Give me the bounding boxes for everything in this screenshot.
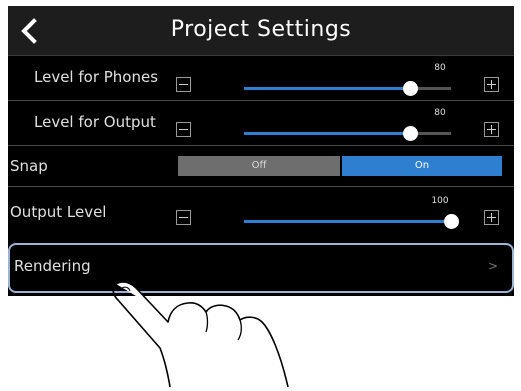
pointing-hand-icon (110, 278, 350, 391)
snap-off-option[interactable]: Off (178, 156, 340, 176)
level-for-phones-row: Level for Phones 80 (8, 56, 514, 101)
phones-level-value: 80 (434, 63, 446, 73)
master-output-slider[interactable] (244, 214, 459, 229)
level-for-phones-label: Level for Phones (34, 68, 159, 86)
phones-slider-knob[interactable] (402, 81, 418, 96)
page-title: Project Settings (170, 17, 352, 42)
output-minus-button[interactable] (176, 122, 191, 137)
phones-minus-button[interactable] (176, 77, 191, 92)
master-slider-fill (244, 220, 451, 223)
master-slider-knob[interactable] (444, 214, 459, 229)
output-slider-fill (244, 132, 410, 135)
phones-plus-button[interactable] (484, 77, 499, 92)
master-minus-button[interactable] (176, 210, 191, 225)
output-level-value: 80 (434, 108, 446, 118)
snap-toggle: Off On (178, 156, 502, 176)
output-slider-knob[interactable] (402, 126, 418, 141)
snap-label: Snap (10, 157, 48, 175)
rendering-label: Rendering (14, 257, 91, 275)
output-plus-button[interactable] (484, 122, 499, 137)
top-caption-strip (0, 0, 521, 4)
device-screen: Project Settings Level for Phones 80 Lev… (8, 6, 514, 296)
header-bar: Project Settings (8, 6, 514, 56)
snap-on-option[interactable]: On (342, 156, 502, 176)
level-for-output-row: Level for Output 80 (8, 101, 514, 146)
phones-slider-fill (244, 87, 410, 90)
phones-level-slider[interactable] (244, 81, 451, 96)
master-level-value: 100 (431, 196, 449, 206)
output-level-row: Output Level 100 (8, 187, 514, 242)
snap-row: Snap Off On (8, 146, 514, 187)
chevron-right-icon: > (487, 259, 498, 273)
output-level-label: Output Level (10, 203, 107, 221)
output-level-slider[interactable] (244, 126, 451, 141)
level-for-output-label: Level for Output (34, 113, 156, 131)
master-plus-button[interactable] (484, 210, 499, 225)
